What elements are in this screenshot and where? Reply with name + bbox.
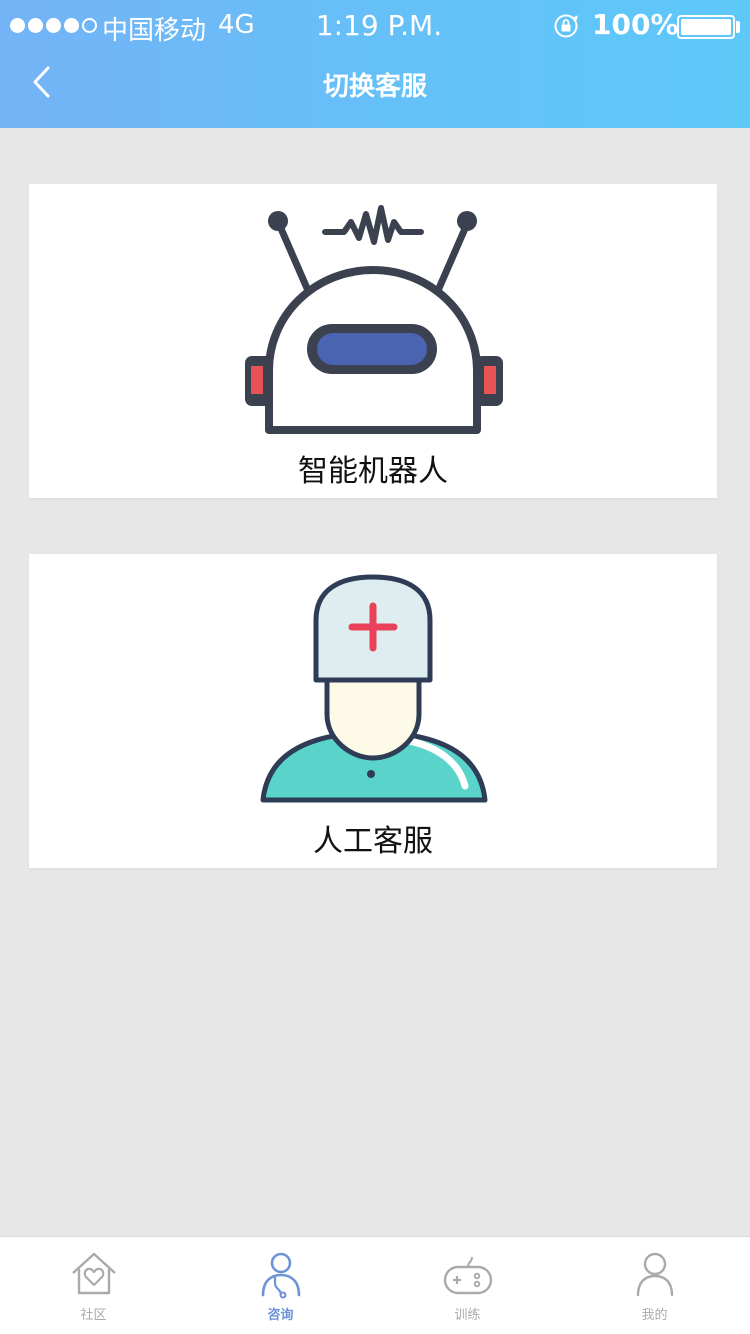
tab-mine[interactable]: 我的: [561, 1237, 748, 1334]
tab-community[interactable]: 社区: [0, 1237, 187, 1334]
tab-consult[interactable]: 咨询: [187, 1237, 374, 1334]
option-robot-label: 智能机器人: [298, 454, 448, 489]
option-human-card[interactable]: 人工客服: [29, 554, 717, 868]
tab-community-label: 社区: [80, 1308, 107, 1323]
option-human-label: 人工客服: [313, 824, 433, 859]
battery-percentage: 100%: [592, 8, 679, 41]
status-bar: 中国移动 4G 1:19 P.M. 100%: [0, 0, 750, 54]
nav-header: 中国移动 4G 1:19 P.M. 100% 切换客服: [0, 0, 750, 128]
option-robot-card[interactable]: 智能机器人: [29, 184, 717, 498]
home-heart-icon: [72, 1252, 116, 1295]
tab-consult-label: 咨询: [267, 1308, 294, 1323]
battery-tip: [736, 21, 740, 33]
battery-icon: [677, 15, 735, 39]
stethoscope-person-icon: [261, 1252, 301, 1299]
page-title: 切换客服: [322, 72, 427, 102]
gamepad-icon: [443, 1256, 493, 1295]
user-icon: [636, 1252, 674, 1297]
tab-mine-label: 我的: [641, 1308, 668, 1323]
doctor-icon: [260, 574, 488, 803]
tab-training-label: 训练: [454, 1308, 481, 1323]
tab-training[interactable]: 训练: [374, 1237, 561, 1334]
rotation-lock-icon: [554, 14, 578, 38]
bottom-tab-bar: 社区 咨询 训练 我的: [0, 1236, 750, 1334]
robot-icon: [245, 205, 503, 434]
